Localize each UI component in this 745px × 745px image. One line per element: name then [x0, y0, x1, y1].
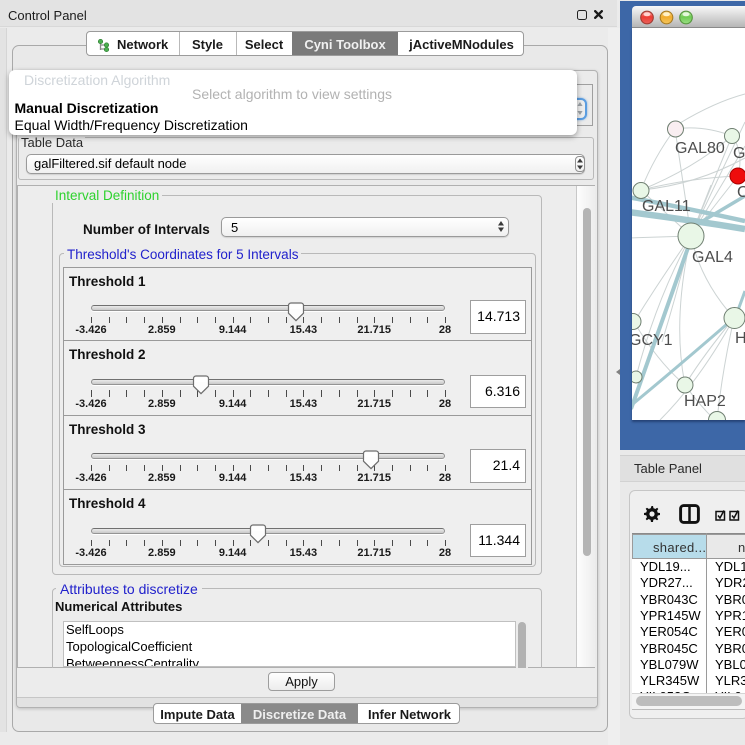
svg-text:GA: GA [733, 145, 745, 162]
svg-text:GAL80: GAL80 [675, 140, 725, 157]
svg-text:C: C [737, 184, 745, 201]
svg-text:GCY1: GCY1 [632, 332, 673, 349]
svg-text:H: H [735, 330, 745, 347]
svg-text:GAL4: GAL4 [692, 249, 733, 266]
svg-text:HAP2: HAP2 [684, 393, 726, 410]
svg-text:GAL11: GAL11 [642, 198, 691, 215]
